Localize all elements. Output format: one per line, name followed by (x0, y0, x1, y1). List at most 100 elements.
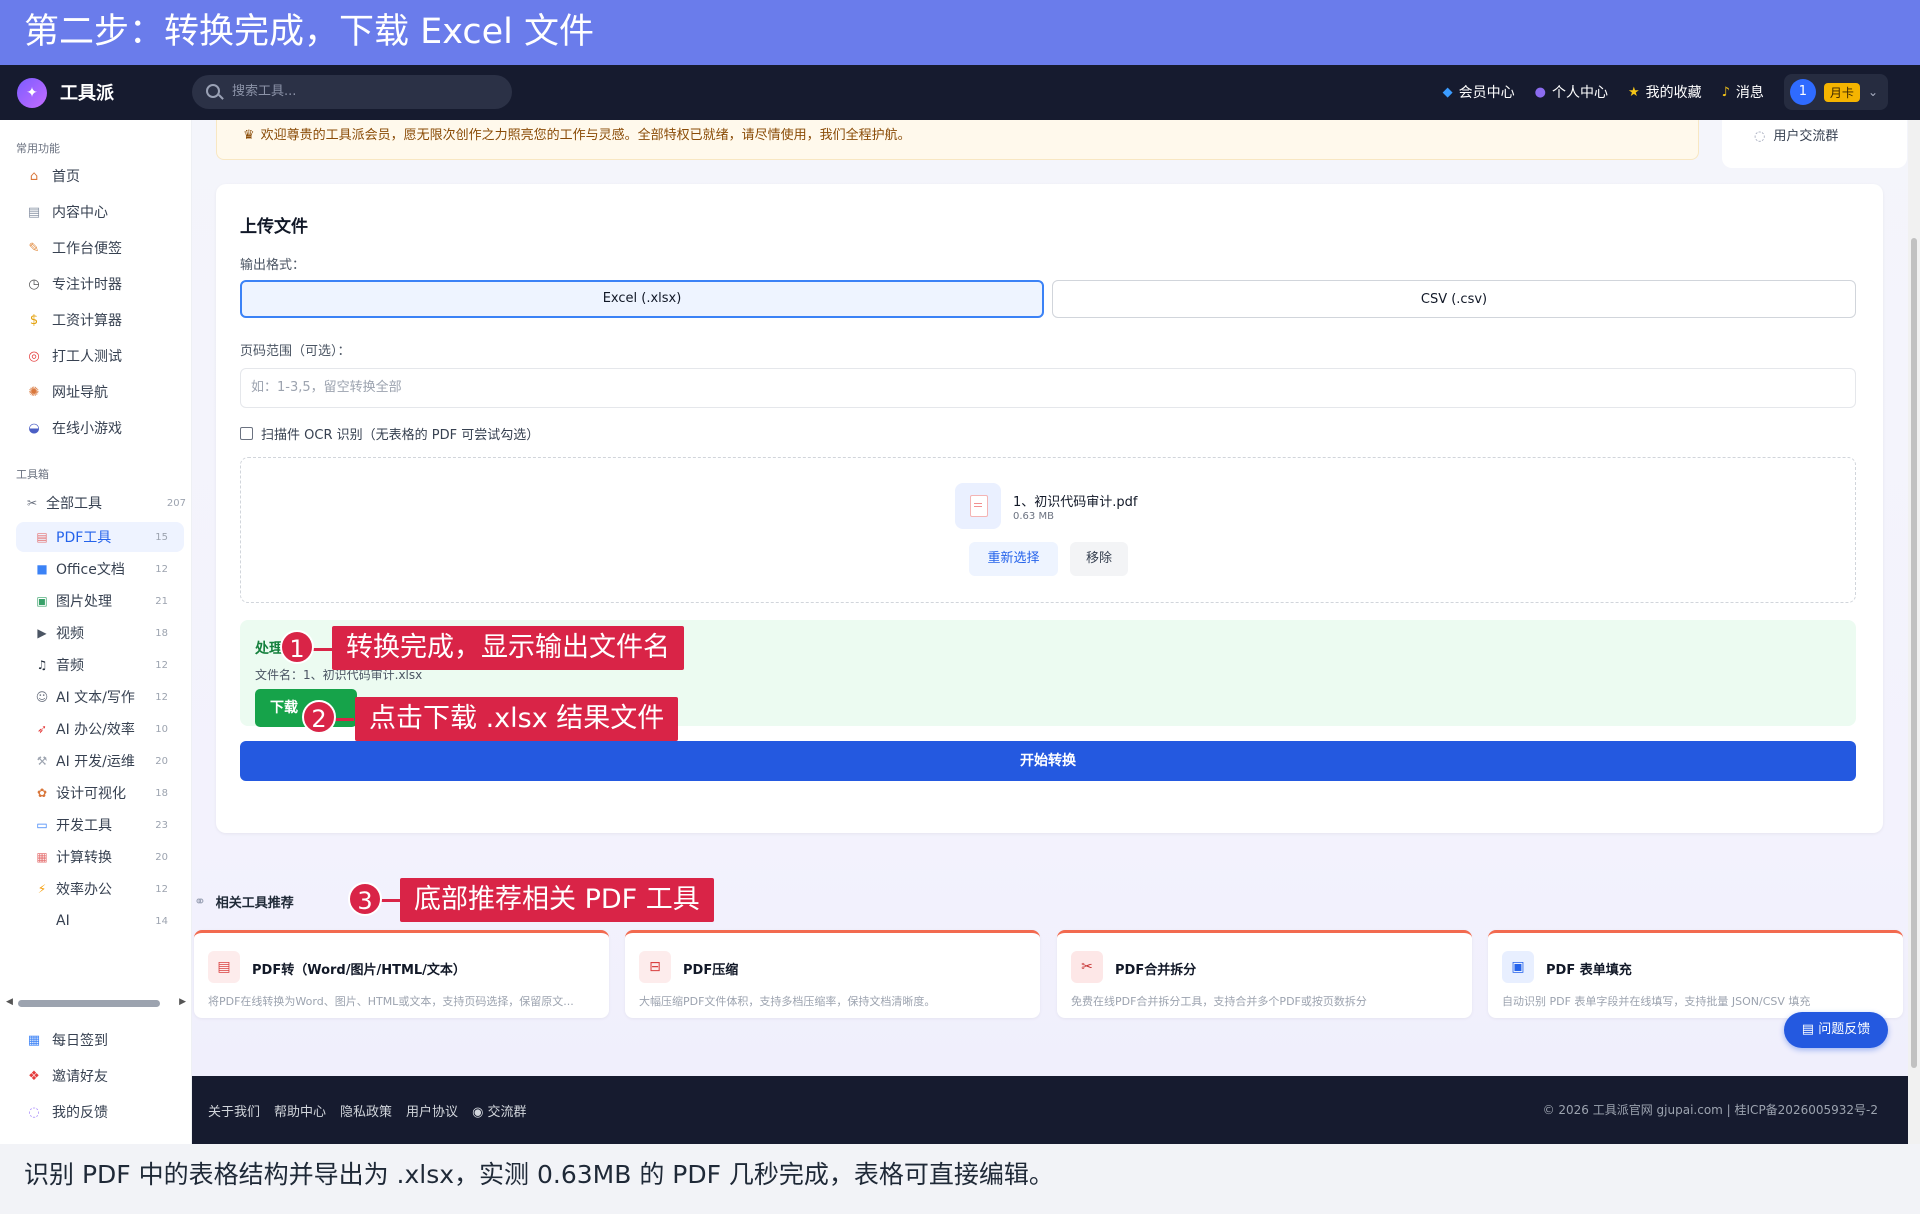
footer-link-terms[interactable]: 用户协议 (406, 1101, 458, 1120)
community-link[interactable]: ◌ 用户交流群 (1722, 120, 1907, 168)
page-range-input[interactable]: 如：1-3,5，留空转换全部 (240, 368, 1856, 408)
sidebar-item-label: 图片处理 (56, 594, 112, 610)
tool-desc: 免费在线PDF合并拆分工具，支持合并多个PDF或按页数拆分 (1071, 995, 1367, 1008)
chat-icon: ◉ (472, 1105, 488, 1120)
sidebar-item-test[interactable]: ◎ 打工人测试 (26, 346, 122, 366)
footer-link-help[interactable]: 帮助中心 (274, 1101, 326, 1120)
feedback-button[interactable]: ▤ 问题反馈 (1784, 1012, 1888, 1048)
footer-link-group[interactable]: ◉ 交流群 (472, 1101, 527, 1120)
robot-icon: ☺ (35, 690, 49, 704)
tool-desc: 自动识别 PDF 表单字段并在线填写，支持批量 JSON/CSV 填充 (1502, 995, 1811, 1008)
sidebar-item-ai-writing[interactable]: ☺ AI 文本/写作 12 (16, 682, 184, 712)
sidebar-item-label: 视频 (56, 626, 84, 642)
tool-name: PDF压缩 (683, 963, 739, 978)
footer-link-about[interactable]: 关于我们 (208, 1101, 260, 1120)
sidebar-item-all-tools[interactable]: ✂ 全部工具 207 (6, 488, 188, 518)
target-icon: ◎ (28, 348, 40, 364)
gamepad-icon: ◒ (28, 420, 40, 436)
sidebar-item-home[interactable]: ⌂ 首页 (26, 166, 80, 186)
sidebar-horizontal-scrollbar[interactable]: ◀ ▶ (6, 995, 186, 1011)
sidebar-item-ai[interactable]: AI 14 (16, 906, 184, 936)
ocr-checkbox[interactable] (240, 427, 253, 440)
sidebar-item-calc[interactable]: ▦ 计算转换 20 (16, 842, 184, 872)
scrollbar-thumb[interactable] (1911, 238, 1917, 1068)
sidebar-item-ai-dev[interactable]: ⚒ AI 开发/运维 20 (16, 746, 184, 776)
sidebar-item-checkin[interactable]: ▦ 每日签到 (26, 1030, 108, 1050)
tool-count: 18 (155, 787, 168, 799)
nav-vip[interactable]: ◆ 会员中心 (1443, 82, 1515, 102)
tool-name: PDF 表单填充 (1546, 963, 1632, 978)
sidebar-item-label: 网址导航 (52, 385, 108, 401)
music-icon: ♫ (36, 658, 48, 672)
timer-icon: ◷ (28, 276, 40, 292)
sidebar-item-nav[interactable]: ✺ 网址导航 (26, 382, 108, 402)
footer-link-privacy[interactable]: 隐私政策 (340, 1101, 392, 1120)
star-icon: ★ (1627, 84, 1640, 100)
link-icon: ⚭ (194, 893, 206, 910)
related-tool-card[interactable]: ▣ PDF 表单填充 自动识别 PDF 表单字段并在线填写，支持批量 JSON/… (1488, 930, 1903, 1018)
tool-count: 12 (155, 563, 168, 575)
sidebar-item-salary[interactable]: $ 工资计算器 (26, 310, 122, 330)
related-tool-card[interactable]: ▤ PDF转（Word/图片/HTML/文本） 将PDF在线转换为Word、图片… (194, 930, 609, 1018)
callout-number: 3 (348, 882, 382, 916)
scrollbar-thumb[interactable] (18, 1000, 160, 1007)
callout-2: 点击下载 .xlsx 结果文件 (355, 697, 679, 741)
sidebar-item-notes[interactable]: ✎ 工作台便签 (26, 238, 122, 258)
reselect-button[interactable]: 重新选择 (969, 542, 1058, 576)
community-label: 用户交流群 (1773, 129, 1839, 144)
remove-button[interactable]: 移除 (1070, 542, 1128, 576)
feedback-label: 问题反馈 (1818, 1022, 1871, 1037)
sidebar-item-label: AI 办公/效率 (56, 722, 135, 738)
vertical-scrollbar[interactable] (1908, 120, 1920, 1144)
sidebar: 常用功能 ⌂ 首页 ▤ 内容中心 ✎ 工作台便签 ◷ 专注计时器 $ 工资计算器 ◎ 打工人… (0, 120, 192, 1144)
format-csv-button[interactable]: CSV (.csv) (1052, 280, 1856, 318)
palette-icon: ✿ (36, 786, 48, 800)
sidebar-item-office[interactable]: ■ Office文档 12 (16, 554, 184, 584)
start-convert-button[interactable]: 开始转换 (240, 741, 1856, 781)
monitor-icon: ▭ (36, 818, 48, 832)
sidebar-item-invite[interactable]: ❖ 邀请好友 (26, 1066, 108, 1086)
tool-count: 207 (166, 497, 186, 509)
sidebar-item-label: 开发工具 (56, 818, 112, 834)
sidebar-item-efficiency[interactable]: ⚡ 效率办公 12 (16, 874, 184, 904)
sidebar-item-ai-office[interactable]: ➶ AI 办公/效率 10 (16, 714, 184, 744)
welcome-banner: ♛ 欢迎尊贵的工具派会员，愿无限次创作之力照亮您的工作与灵感。全部特权已就绪，请尽… (216, 120, 1699, 160)
file-name: 1、初识代码审计.pdf (1013, 495, 1138, 510)
file-dropzone[interactable]: 1、初识代码审计.pdf 0.63 MB 重新选择 移除 (240, 457, 1856, 603)
sidebar-item-label: 工作台便签 (52, 241, 122, 257)
nav-messages[interactable]: ♪ 消息 (1722, 82, 1764, 102)
user-menu[interactable]: 1 月卡 ⌄ (1783, 74, 1888, 110)
tool-count: 18 (155, 627, 168, 639)
sidebar-item-label: 工资计算器 (52, 313, 122, 329)
sidebar-item-games[interactable]: ◒ 在线小游戏 (26, 418, 122, 438)
nav-favorites[interactable]: ★ 我的收藏 (1628, 82, 1702, 102)
sidebar-item-label: 打工人测试 (52, 349, 122, 365)
format-xlsx-button[interactable]: Excel (.xlsx) (240, 280, 1044, 318)
salary-icon: $ (29, 312, 39, 328)
sidebar-item-video[interactable]: ▶ 视频 18 (16, 618, 184, 648)
related-tool-card[interactable]: ⊟ PDF压缩 大幅压缩PDF文件体积，支持多档压缩率，保持文档清晰度。 (625, 930, 1040, 1018)
ocr-option[interactable]: 扫描件 OCR 识别（无表格的 PDF 可尝试勾选） (240, 424, 539, 443)
scroll-left-arrow-icon[interactable]: ◀ (6, 997, 13, 1007)
file-size: 0.63 MB (1013, 511, 1054, 522)
sidebar-item-pdf[interactable]: ▤ PDF工具 15 (16, 522, 184, 552)
logo-text[interactable]: 工具派 (60, 79, 114, 105)
upload-title: 上传文件 (240, 217, 308, 237)
logo-icon[interactable]: ✦ (17, 78, 47, 108)
nav-profile[interactable]: ● 个人中心 (1535, 82, 1608, 102)
member-badge: 月卡 (1823, 82, 1860, 102)
sidebar-item-feedback[interactable]: ◌ 我的反馈 (26, 1102, 108, 1122)
sidebar-item-audio[interactable]: ♫ 音频 12 (16, 650, 184, 680)
sidebar-item-design[interactable]: ✿ 设计可视化 18 (16, 778, 184, 808)
home-icon: ⌂ (29, 168, 39, 184)
search-input[interactable]: 搜索工具... (192, 75, 512, 109)
related-tool-card[interactable]: ✂ PDF合并拆分 免费在线PDF合并拆分工具，支持合并多个PDF或按页数拆分 (1057, 930, 1472, 1018)
sidebar-item-content[interactable]: ▤ 内容中心 (26, 202, 108, 222)
nav-right: ◆ 会员中心 ● 个人中心 ★ 我的收藏 ♪ 消息 1 月卡 ⌄ (1443, 74, 1888, 110)
scroll-right-arrow-icon[interactable]: ▶ (179, 997, 186, 1007)
sidebar-item-timer[interactable]: ◷ 专注计时器 (26, 274, 122, 294)
sidebar-item-image[interactable]: ▣ 图片处理 21 (16, 586, 184, 616)
diamond-icon: ◆ (1442, 84, 1453, 100)
nav-label: 会员中心 (1458, 85, 1515, 101)
sidebar-item-dev-tools[interactable]: ▭ 开发工具 23 (16, 810, 184, 840)
